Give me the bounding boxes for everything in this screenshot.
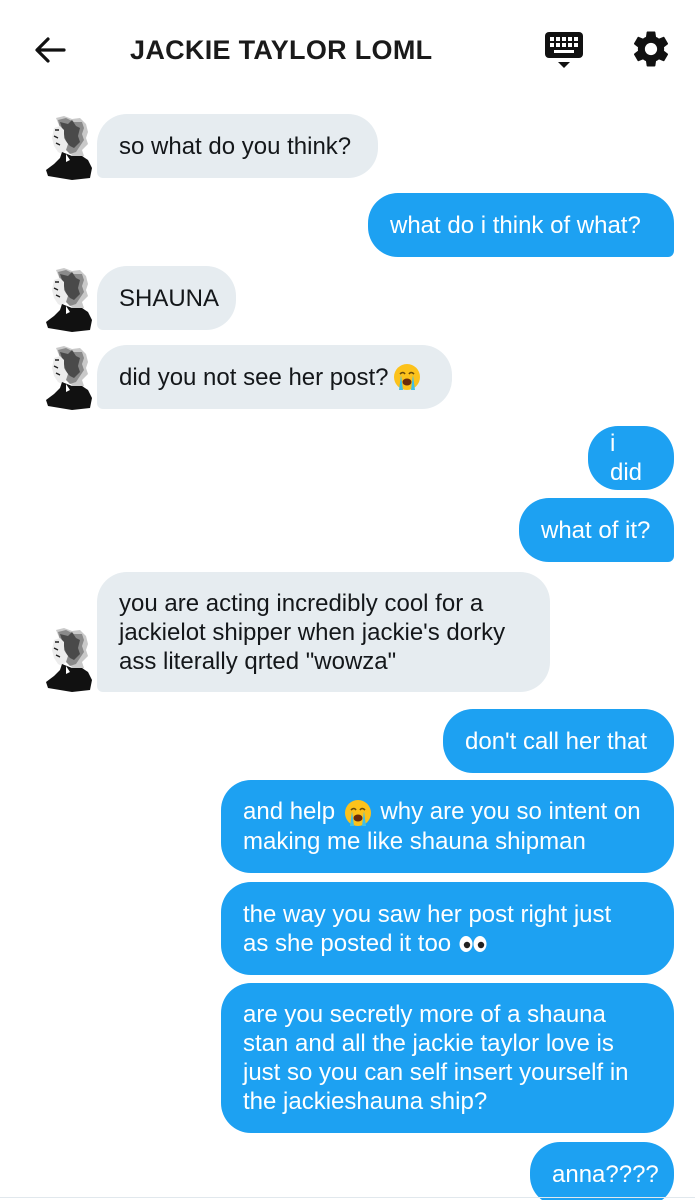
arrow-left-icon — [35, 37, 66, 63]
outgoing-message-bubble[interactable]: anna???? — [530, 1142, 674, 1200]
conversation-header: JACKIE TAYLOR LOML — [0, 0, 695, 98]
message-text: are you secretly more of a shauna stan a… — [243, 1001, 629, 1115]
contact-avatar[interactable] — [42, 268, 92, 332]
message-text: did you not see her post? — [119, 363, 389, 391]
incoming-message-bubble[interactable]: you are acting incredibly cool for a jac… — [97, 572, 550, 692]
message-text: don't call her that — [465, 727, 648, 755]
outgoing-message-bubble[interactable]: i did — [588, 426, 674, 490]
outgoing-message-bubble[interactable]: what of it? — [519, 498, 674, 562]
incoming-message-bubble[interactable]: so what do you think? — [97, 114, 378, 178]
back-button[interactable] — [30, 30, 70, 70]
gear-icon — [633, 31, 669, 67]
outgoing-message-bubble[interactable]: and help why are you so intent on making… — [221, 780, 674, 873]
keyboard-button[interactable] — [543, 30, 585, 72]
outgoing-message-bubble[interactable]: what do i think of what? — [368, 193, 674, 257]
message-text: i did — [610, 430, 643, 486]
dm-conversation-screen: JACKIE TAYLOR LOML so what do you think?… — [0, 0, 695, 1200]
contact-avatar[interactable] — [42, 116, 92, 180]
message-text: anna???? — [552, 1160, 659, 1188]
settings-button[interactable] — [630, 28, 672, 70]
incoming-message-bubble[interactable]: did you not see her post? — [97, 345, 452, 409]
message-text: so what do you think? — [119, 132, 352, 160]
divider — [0, 1197, 695, 1198]
eyes-icon — [459, 936, 487, 953]
message-text: and help why are you so intent on making… — [243, 798, 641, 855]
message-text: you are acting incredibly cool for a jac… — [119, 589, 506, 675]
incoming-message-bubble[interactable]: SHAUNA — [97, 266, 236, 330]
contact-avatar[interactable] — [42, 628, 92, 692]
conversation-title: JACKIE TAYLOR LOML — [130, 35, 433, 65]
contact-avatar[interactable] — [42, 346, 92, 410]
loudly-crying-face-icon — [393, 364, 420, 390]
message-text: the way you saw her post right just as s… — [243, 900, 612, 957]
outgoing-message-bubble[interactable]: the way you saw her post right just as s… — [221, 882, 674, 975]
message-text: what of it? — [541, 516, 651, 544]
message-text: what do i think of what? — [390, 211, 641, 239]
loudly-crying-face-icon — [344, 799, 371, 826]
outgoing-message-bubble[interactable]: don't call her that — [443, 709, 674, 773]
outgoing-message-bubble[interactable]: are you secretly more of a shauna stan a… — [221, 983, 674, 1133]
keyboard-icon — [545, 32, 583, 68]
message-text: SHAUNA — [119, 284, 220, 312]
